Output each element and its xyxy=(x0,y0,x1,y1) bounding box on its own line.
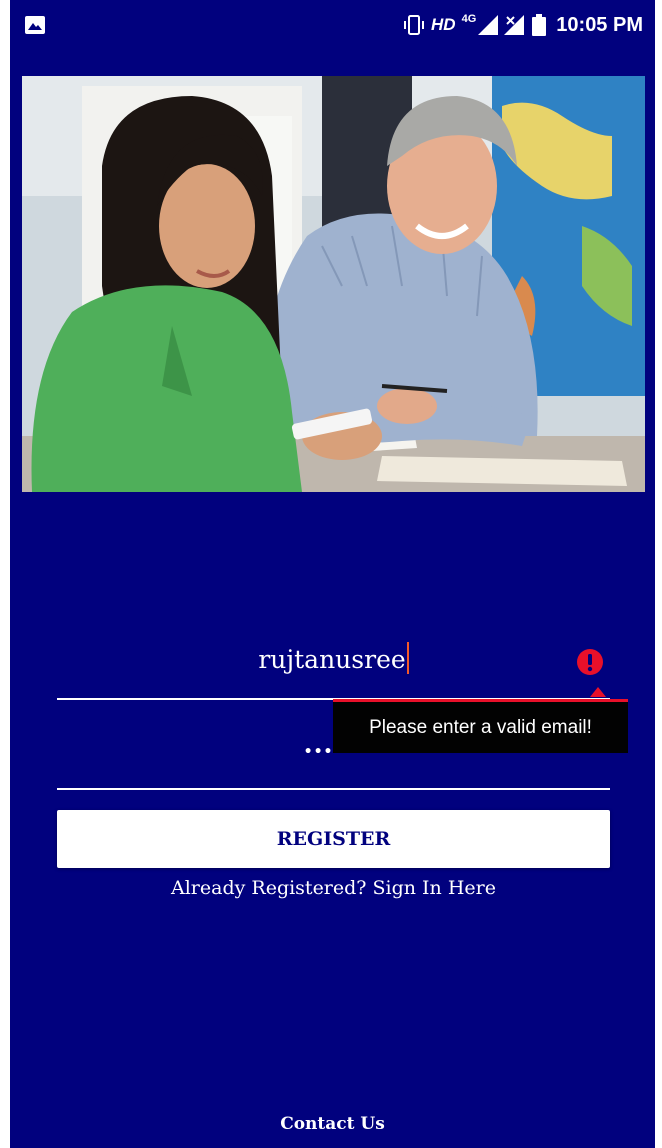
sign-in-link[interactable]: Already Registered? Sign In Here xyxy=(57,877,610,899)
status-icons: HD 4G 10:05 PM xyxy=(403,12,643,38)
error-tooltip-text: Please enter a valid email! xyxy=(369,716,592,738)
image-icon xyxy=(25,16,45,34)
email-field-value: rujtanusree xyxy=(258,645,406,674)
signal-icon xyxy=(478,15,499,35)
register-screen: HD 4G 10:05 PM rujtanusree Please enter … xyxy=(10,0,655,1148)
vibrate-icon xyxy=(404,15,425,35)
register-button[interactable]: REGISTER xyxy=(57,810,610,868)
error-tooltip: Please enter a valid email! xyxy=(333,699,628,753)
email-field-value-wrapper: rujtanusree xyxy=(57,642,610,674)
hero-photo xyxy=(22,76,645,492)
error-icon xyxy=(577,649,603,675)
network-hd-label: HD xyxy=(431,15,456,34)
status-bar: HD 4G 10:05 PM xyxy=(10,0,655,50)
text-caret xyxy=(406,642,409,674)
battery-icon xyxy=(532,14,547,36)
contact-us-link[interactable]: Contact Us xyxy=(10,1114,655,1134)
email-field[interactable]: rujtanusree xyxy=(57,636,610,700)
network-type-label: 4G xyxy=(461,13,477,25)
error-tooltip-arrow xyxy=(590,687,606,697)
no-signal-icon xyxy=(504,15,525,35)
status-time: 10:05 PM xyxy=(556,13,643,36)
